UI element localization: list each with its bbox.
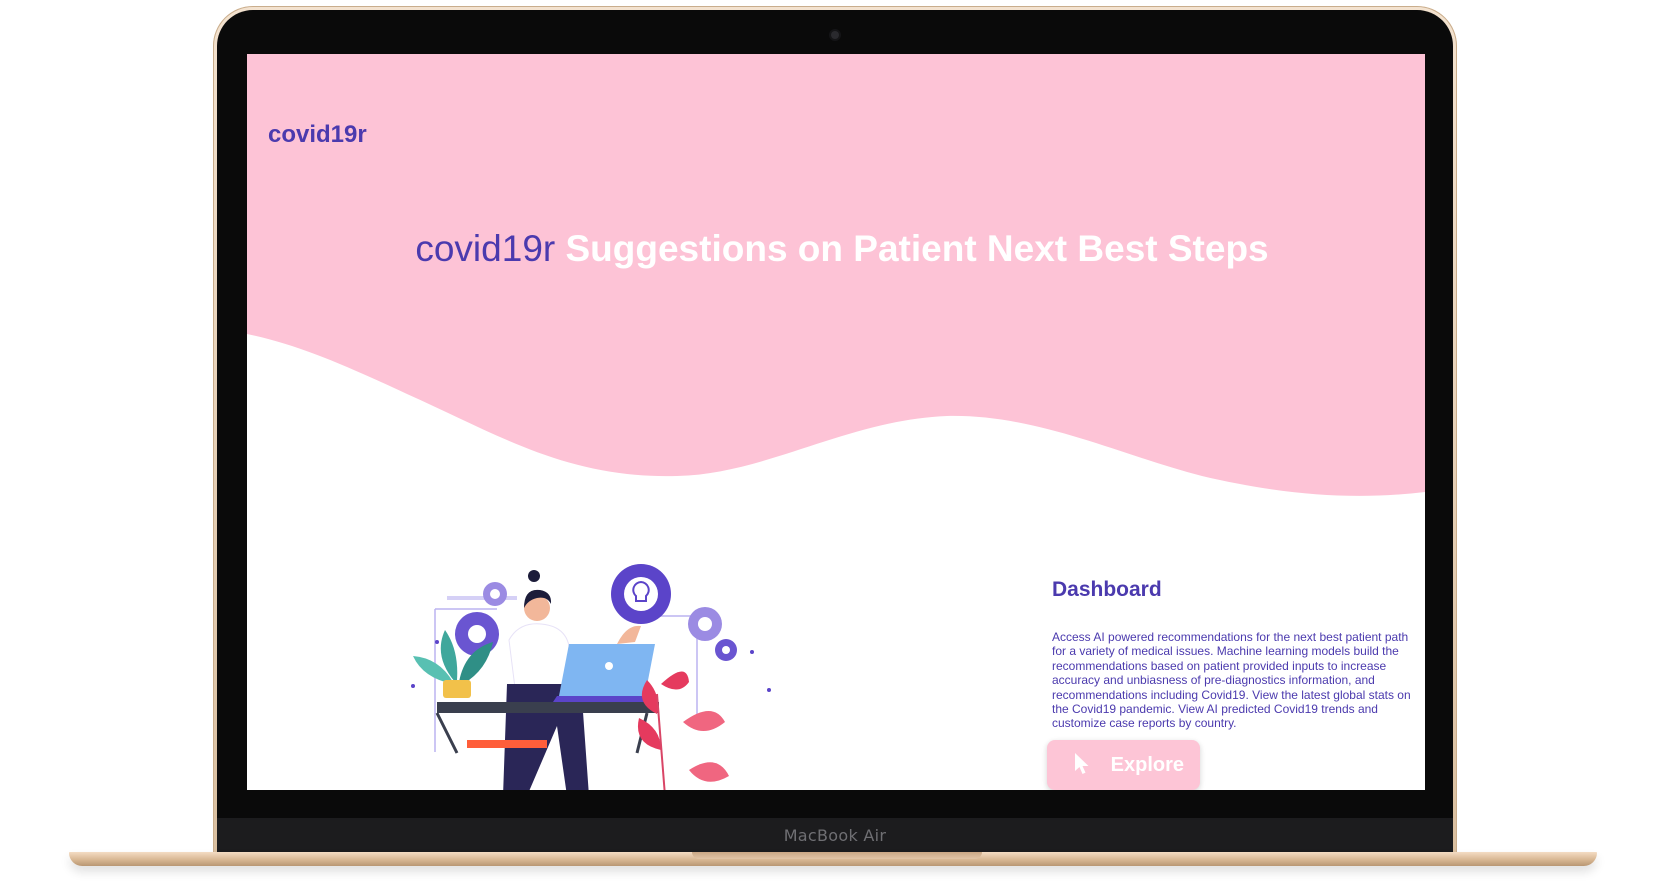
dashboard-description: Access AI powered recommendations for th… [1052, 630, 1425, 731]
description-line: for a variety of medical issues. Machine… [1052, 644, 1399, 659]
camera-icon [831, 31, 839, 39]
description-line: recommendations including Covid19. View … [1052, 687, 1411, 702]
description-line: Access AI powered recommendations for th… [1052, 630, 1409, 644]
laptop-screen: covid19r covid19r Suggestions on Patient… [247, 54, 1425, 790]
laptop-hinge-notch [692, 852, 982, 859]
dashboard-panel: Dashboard Access AI powered recommendati… [1052, 578, 1425, 731]
laptop-mockup: covid19r covid19r Suggestions on Patient… [0, 0, 1666, 895]
gear-icon [611, 564, 671, 624]
gear-icon [483, 582, 507, 606]
description-line: recommendations based on patient provide… [1052, 658, 1387, 673]
gear-icon [688, 607, 722, 641]
dashboard-title: Dashboard [1052, 578, 1162, 601]
description-line: accuracy and unbiasness of pre-diagnosti… [1052, 673, 1375, 688]
description-line: the Covid19 pandemic. View AI predicted … [1052, 702, 1378, 717]
cursor-icon [1075, 753, 1089, 774]
gear-icon [715, 639, 737, 661]
explore-button-label: Explore [1110, 753, 1184, 776]
laptop-model-label: MacBook Air [783, 826, 887, 845]
hero-title: Suggestions on Patient Next Best Steps [565, 228, 1269, 269]
explore-button[interactable]: Explore [1047, 740, 1200, 790]
woman-working-laptop-illustration [411, 564, 771, 790]
hero-heading: covid19r Suggestions on Patient Next Bes… [247, 226, 1425, 272]
brand-logo[interactable]: covid19r [268, 121, 367, 149]
description-line: customize case reports by country. [1052, 716, 1237, 731]
hero-brand: covid19r [415, 228, 556, 269]
gear-icon [455, 612, 499, 656]
hero-wave-background [247, 54, 1425, 496]
